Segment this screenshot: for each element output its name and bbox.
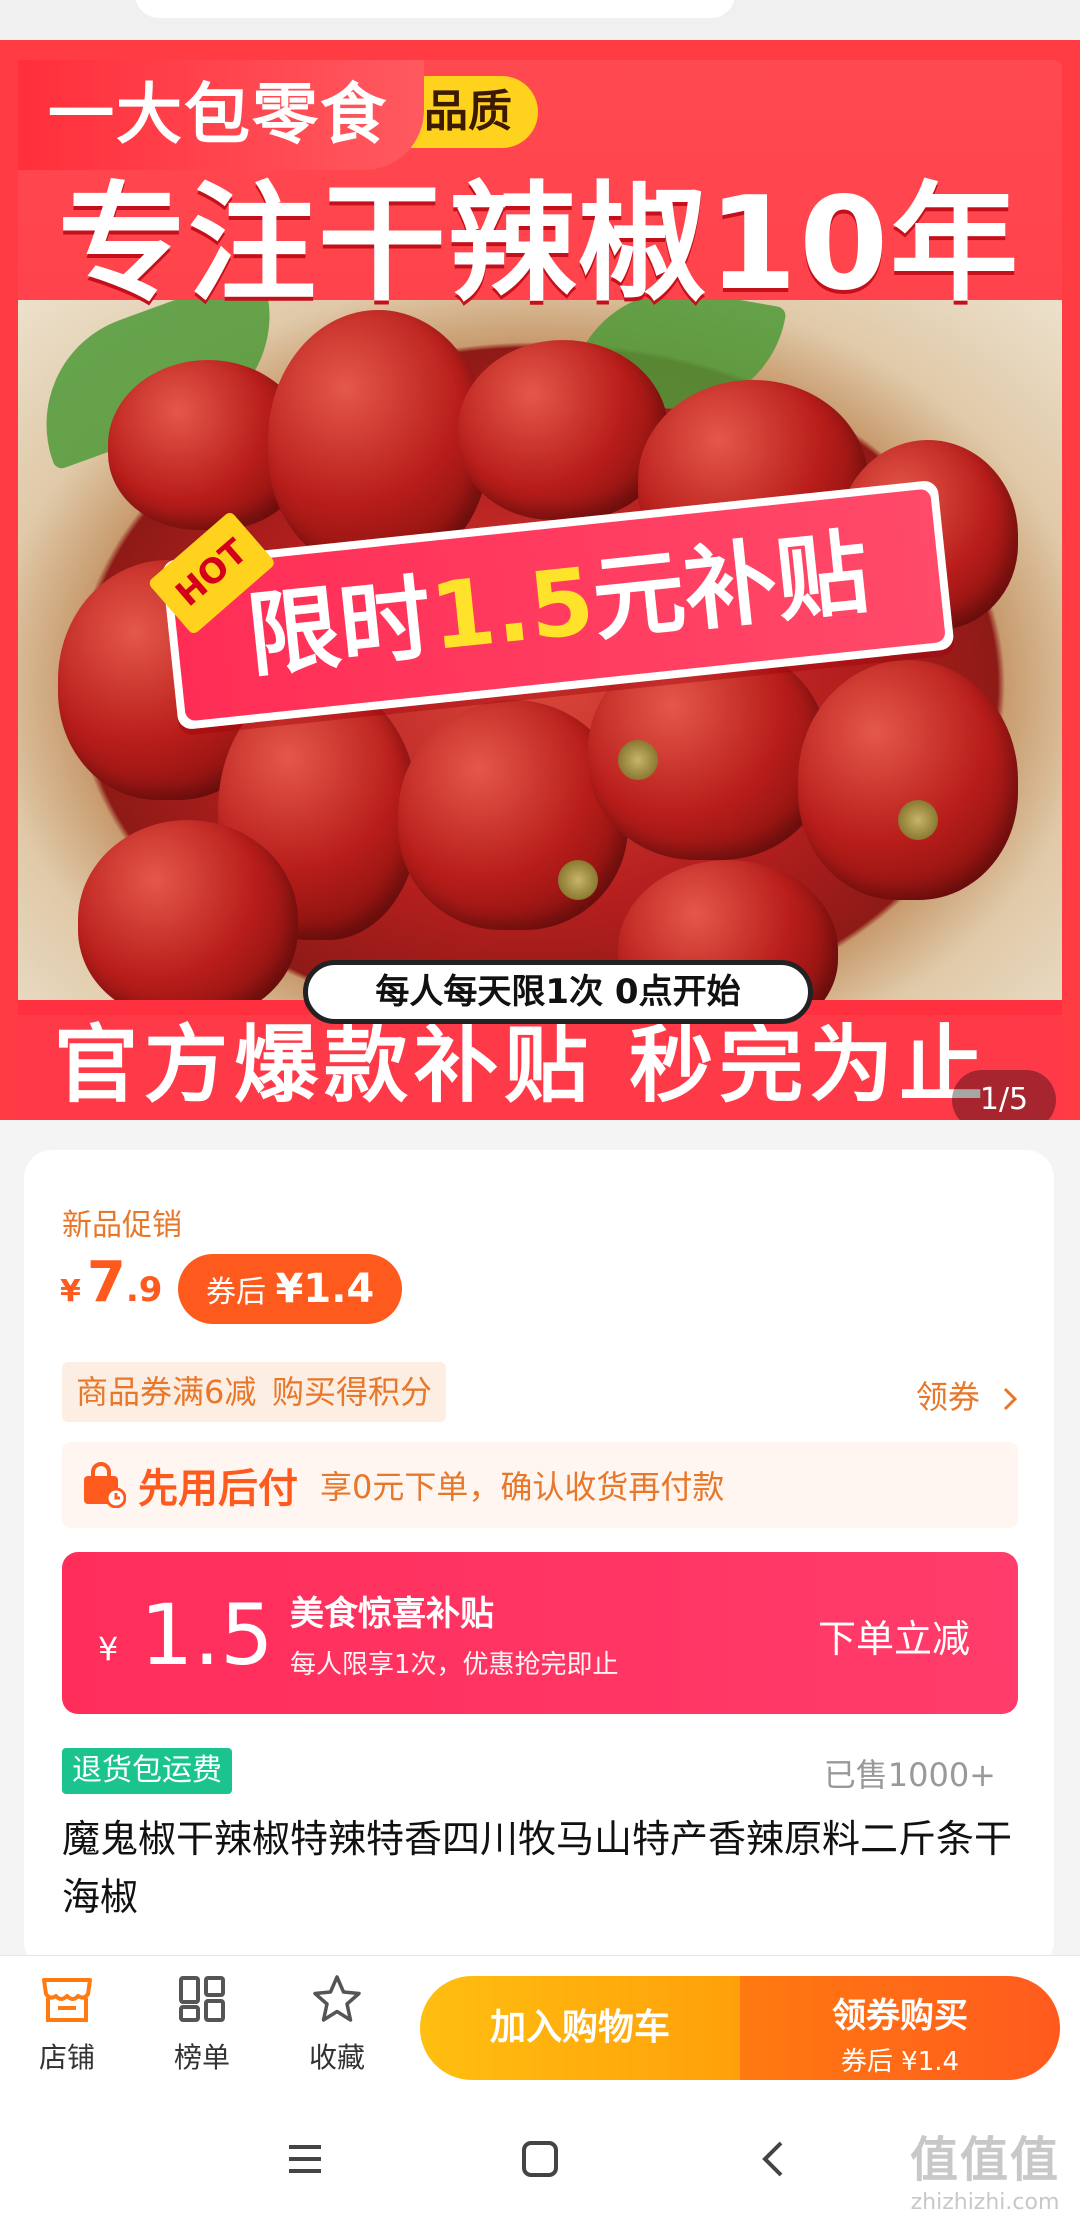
back-icon[interactable] <box>745 2129 805 2189</box>
chili-stem <box>558 860 598 900</box>
coupon-buy-button[interactable]: 领券购买 券后 ¥1.4 <box>740 1976 1060 2080</box>
subsidy-amount: 1.5 <box>140 1586 274 1684</box>
subsidy-desc: 每人限享1次，优惠抢完即止 <box>290 1650 619 1680</box>
bottom-action-bar: 店铺 榜单 收藏 加入购物车 领券购买 券后 ¥1.4 <box>0 1955 1080 2085</box>
favorite-button[interactable]: 收藏 <box>282 1974 392 2076</box>
chili-pepper <box>798 660 1018 900</box>
food-subsidy-coupon[interactable]: ¥ 1.5 美食惊喜补贴 每人限享1次，优惠抢完即止 下单立减 <box>62 1552 1018 1714</box>
purchase-buttons: 加入购物车 领券购买 券后 ¥1.4 <box>420 1976 1060 2080</box>
star-icon <box>282 1974 392 2024</box>
add-to-cart-button[interactable]: 加入购物车 <box>420 1976 740 2080</box>
coupon-buy-label: 领券购买 <box>832 1996 968 2036</box>
store-icon <box>12 1974 122 2024</box>
points-tag[interactable]: 购买得积分 <box>258 1362 447 1422</box>
brand-logo: 一大包零食 <box>18 60 424 170</box>
get-coupon-link[interactable]: 领券 <box>916 1372 1020 1418</box>
favorite-label: 收藏 <box>308 2041 365 2074</box>
watermark-logo: 值值值 <box>909 2132 1060 2188</box>
quality-tag: 品质 <box>408 76 538 148</box>
after-coupon-price-badge: 券后 ¥1.4 <box>178 1254 403 1324</box>
coupon-tag[interactable]: 商品券满6减5 <box>62 1362 291 1422</box>
shop-label: 店铺 <box>38 2041 95 2074</box>
chili-stem <box>898 800 938 840</box>
sold-count: 已售1000+ <box>823 1756 996 1794</box>
grid-icon <box>147 1974 257 2024</box>
subsidy-title: 美食惊喜补贴 <box>290 1594 494 1634</box>
home-square-icon[interactable] <box>510 2129 570 2189</box>
limit-notice: 每人每天限1次 0点开始 <box>303 960 813 1024</box>
subsidy-action[interactable]: 下单立减 <box>818 1608 970 1663</box>
system-navigation-bar: 值值值 zhizhizhi.com <box>0 2085 1080 2223</box>
ranking-button[interactable]: 榜单 <box>147 1974 257 2076</box>
new-promo-label: 新品促销 <box>62 1208 182 1243</box>
chevron-right-icon <box>990 1378 1020 1416</box>
pay-later-title: 先用后付 <box>138 1466 298 1512</box>
product-info-card: 新品促销 ¥ 7 .9 券后 ¥1.4 商品券满6减5 购买得积分 领券 先用后… <box>24 1150 1054 1970</box>
hero-banner: 一大包零食 品质 专注干辣椒10年 限时1.5元补贴 HOT 每人每天限1次 0… <box>18 60 1062 1120</box>
watermark: 值值值 zhizhizhi.com <box>910 2120 1060 2215</box>
shopping-bag-icon <box>80 1462 127 1509</box>
product-detail-page: 一大包零食 品质 专注干辣椒10年 限时1.5元补贴 HOT 每人每天限1次 0… <box>0 0 1080 2223</box>
free-return-badge: 退货包运费 <box>62 1748 232 1794</box>
price-symbol: ¥ <box>60 1274 81 1309</box>
price-decimal: .9 <box>125 1270 163 1310</box>
subsidy-symbol: ¥ <box>98 1630 119 1668</box>
carousel-pager: 1/5 <box>952 1070 1056 1120</box>
price: ¥ 7 .9 <box>60 1250 162 1330</box>
search-bar[interactable] <box>135 0 735 18</box>
menu-icon[interactable] <box>275 2129 335 2189</box>
top-bar <box>0 0 1080 40</box>
shop-button[interactable]: 店铺 <box>12 1974 122 2076</box>
ranking-label: 榜单 <box>173 2041 230 2074</box>
chili-stem <box>618 740 658 780</box>
hero-bottom-slogan: 官方爆款补贴 秒完为止 <box>18 1015 1062 1120</box>
watermark-site: zhizhizhi.com <box>910 2190 1060 2215</box>
pay-later-banner[interactable]: 先用后付 享0元下单，确认收货再付款 <box>62 1442 1018 1528</box>
product-title: 魔鬼椒干辣椒特辣特香四川牧马山特产香辣原料二斤条干海椒 <box>62 1817 1013 1919</box>
chili-pepper <box>458 340 668 520</box>
coupon-buy-subprice: 券后 ¥1.4 <box>840 2047 960 2077</box>
price-integer: 7 <box>86 1250 126 1315</box>
pay-later-desc: 享0元下单，确认收货再付款 <box>320 1468 725 1506</box>
product-image-carousel[interactable]: 一大包零食 品质 专注干辣椒10年 限时1.5元补贴 HOT 每人每天限1次 0… <box>0 40 1080 1120</box>
